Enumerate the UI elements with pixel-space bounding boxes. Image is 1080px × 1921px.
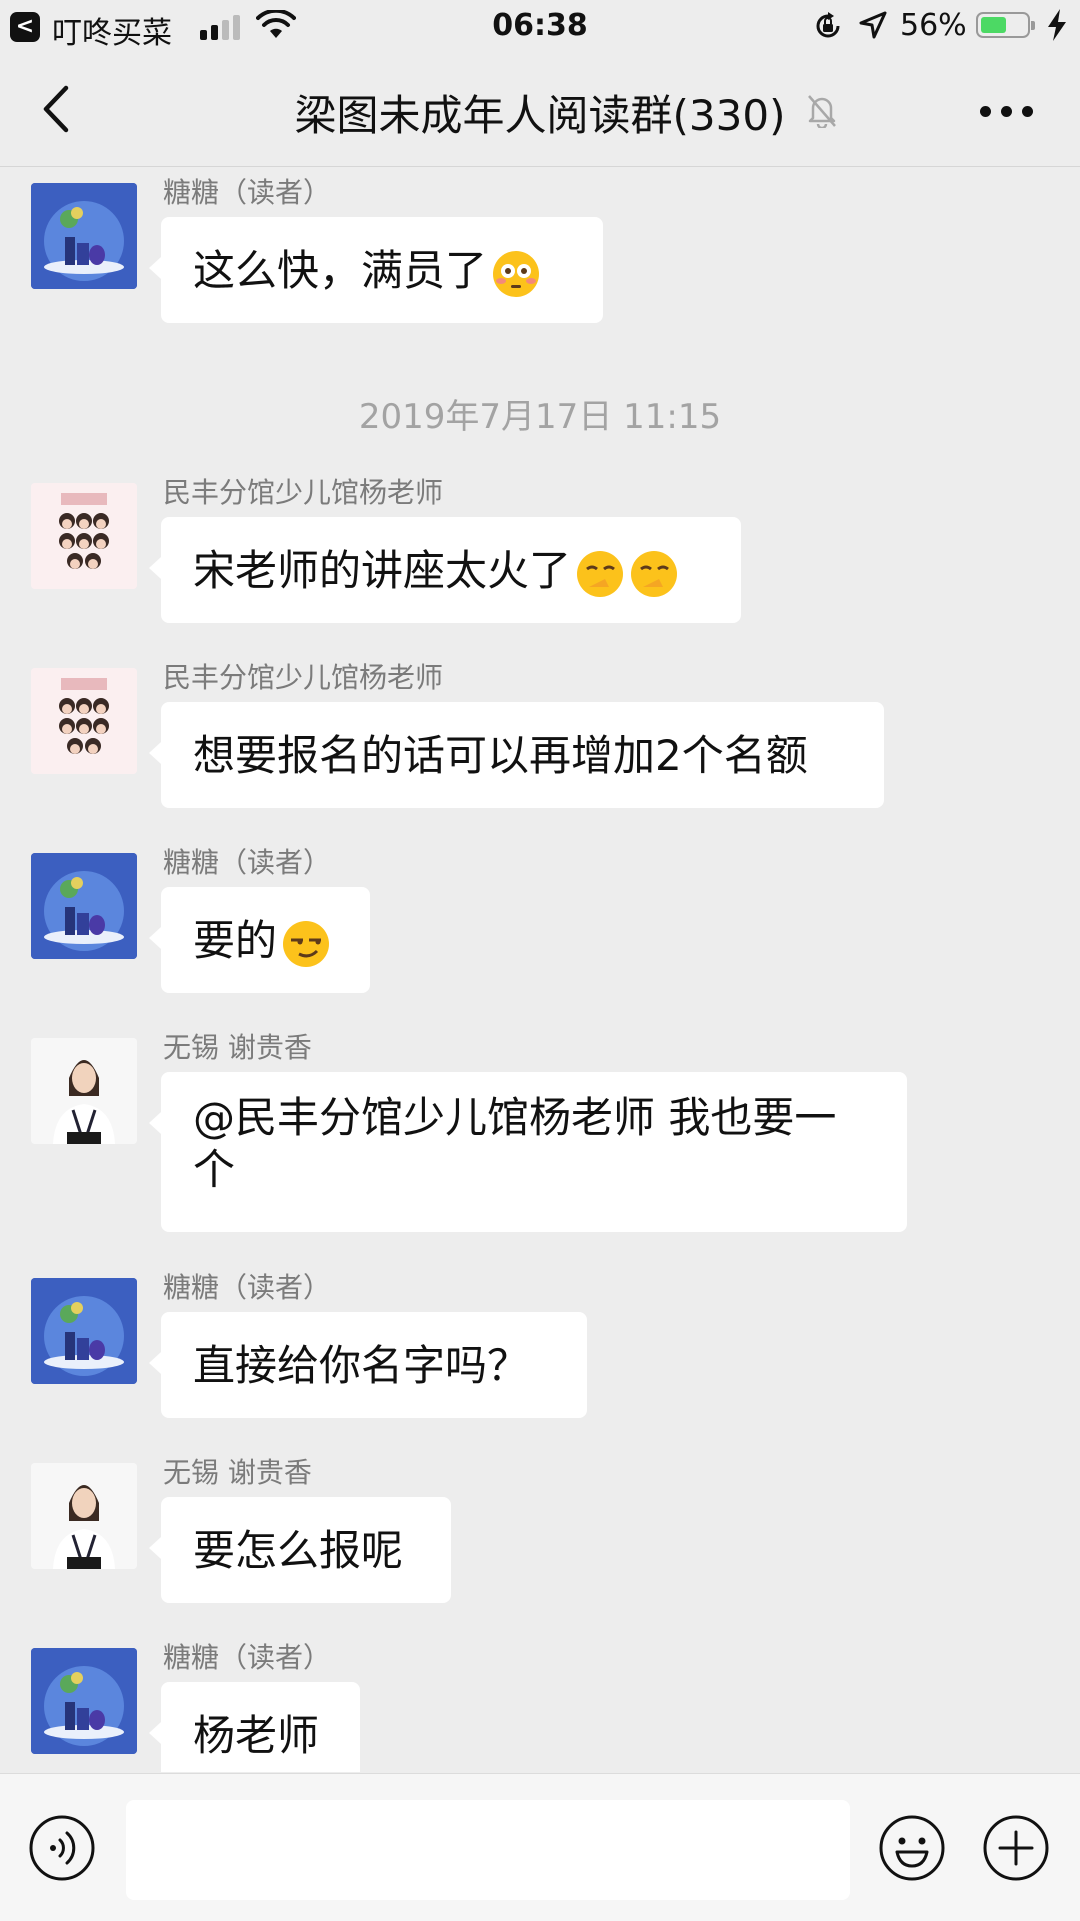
message-text: 想要报名的话可以再增加2个名额 (193, 731, 808, 780)
thinking-hand-face-emoji (631, 550, 678, 597)
portrait-avatar-image (31, 1038, 137, 1144)
message-bubble[interactable]: 这么快，满员了 (149, 217, 603, 323)
avatar[interactable] (31, 483, 137, 589)
portrait-avatar-image (31, 1463, 137, 1569)
chat-header: 梁图未成年人阅读群(330) (0, 54, 1080, 167)
vase-avatar-image (31, 853, 137, 959)
smirk-face-emoji (283, 920, 330, 967)
message-bubble[interactable]: 要的 (149, 887, 370, 993)
message-bubble[interactable]: 要怎么报呢 (149, 1497, 451, 1603)
sender-name: 糖糖（读者） (163, 176, 332, 209)
sender-name: 无锡 谢贵香 (163, 1031, 312, 1064)
status-bar: < 叮咚买菜 06:38 56% (0, 0, 1080, 54)
avatar[interactable] (31, 1648, 137, 1754)
avatar[interactable] (31, 1278, 137, 1384)
avatar[interactable] (31, 183, 137, 289)
message-bubble[interactable]: 直接给你名字吗？ (149, 1312, 587, 1418)
group-name: 梁图未成年人阅读群(330) (294, 91, 786, 140)
emoji-icon[interactable] (878, 1814, 946, 1882)
message-text: 要的 (193, 916, 278, 965)
battery-icon (976, 12, 1035, 38)
flushed-face-emoji (493, 250, 540, 297)
sender-name: 民丰分馆少儿馆杨老师 (163, 661, 444, 694)
more-dots-icon[interactable] (980, 102, 1034, 118)
photo-grid-avatar-image (31, 668, 137, 774)
avatar[interactable] (31, 668, 137, 774)
timestamp: 2019年7月17日 11:15 (358, 397, 722, 437)
photo-grid-avatar-image (31, 483, 137, 589)
sender-name: 无锡 谢贵香 (163, 1456, 312, 1489)
location-arrow-icon (859, 11, 887, 39)
message-text: 要怎么报呢 (193, 1526, 404, 1575)
vase-avatar-image (31, 1278, 137, 1384)
sender-name: 糖糖（读者） (163, 846, 332, 879)
message-text-line: 个 (193, 1145, 236, 1194)
message-text: 这么快，满员了 (193, 246, 488, 295)
sender-name: 糖糖（读者） (163, 1271, 332, 1304)
message-text: 宋老师的讲座太火了 (193, 546, 572, 595)
message-bubble[interactable]: 杨老师 (149, 1682, 360, 1772)
sender-name: 糖糖（读者） (163, 1641, 332, 1674)
vase-avatar-image (31, 183, 137, 289)
battery-percent: 56% (900, 8, 967, 43)
plus-icon[interactable] (982, 1814, 1050, 1882)
message-text-line: @民丰分馆少儿馆杨老师 我也要一 (193, 1093, 837, 1142)
mute-bell-icon (808, 95, 836, 128)
sender-name: 民丰分馆少儿馆杨老师 (163, 476, 444, 509)
avatar[interactable] (31, 1463, 137, 1569)
chat-message-list[interactable]: 糖糖（读者） 这么快，满员了 2019年7月17日 11:15 民丰分馆少儿馆杨… (0, 167, 1080, 1772)
message-text: 杨老师 (193, 1711, 320, 1760)
vase-avatar-image (31, 1648, 137, 1754)
message-bubble[interactable]: 宋老师的讲座太火了 (149, 517, 741, 623)
avatar[interactable] (31, 853, 137, 959)
message-input[interactable] (126, 1800, 850, 1900)
avatar[interactable] (31, 1038, 137, 1144)
chat-title: 梁图未成年人阅读群(330) (0, 82, 1080, 143)
message-bubble[interactable]: 想要报名的话可以再增加2个名额 (149, 702, 884, 808)
input-bar (0, 1773, 1080, 1921)
voice-icon[interactable] (28, 1814, 96, 1882)
charging-bolt-icon (1048, 9, 1066, 41)
message-bubble[interactable]: @民丰分馆少儿馆杨老师 我也要一 个 (149, 1072, 907, 1232)
message-text: 直接给你名字吗？ (193, 1341, 530, 1390)
thinking-hand-face-emoji (577, 550, 624, 597)
rotation-lock-icon (816, 12, 840, 38)
